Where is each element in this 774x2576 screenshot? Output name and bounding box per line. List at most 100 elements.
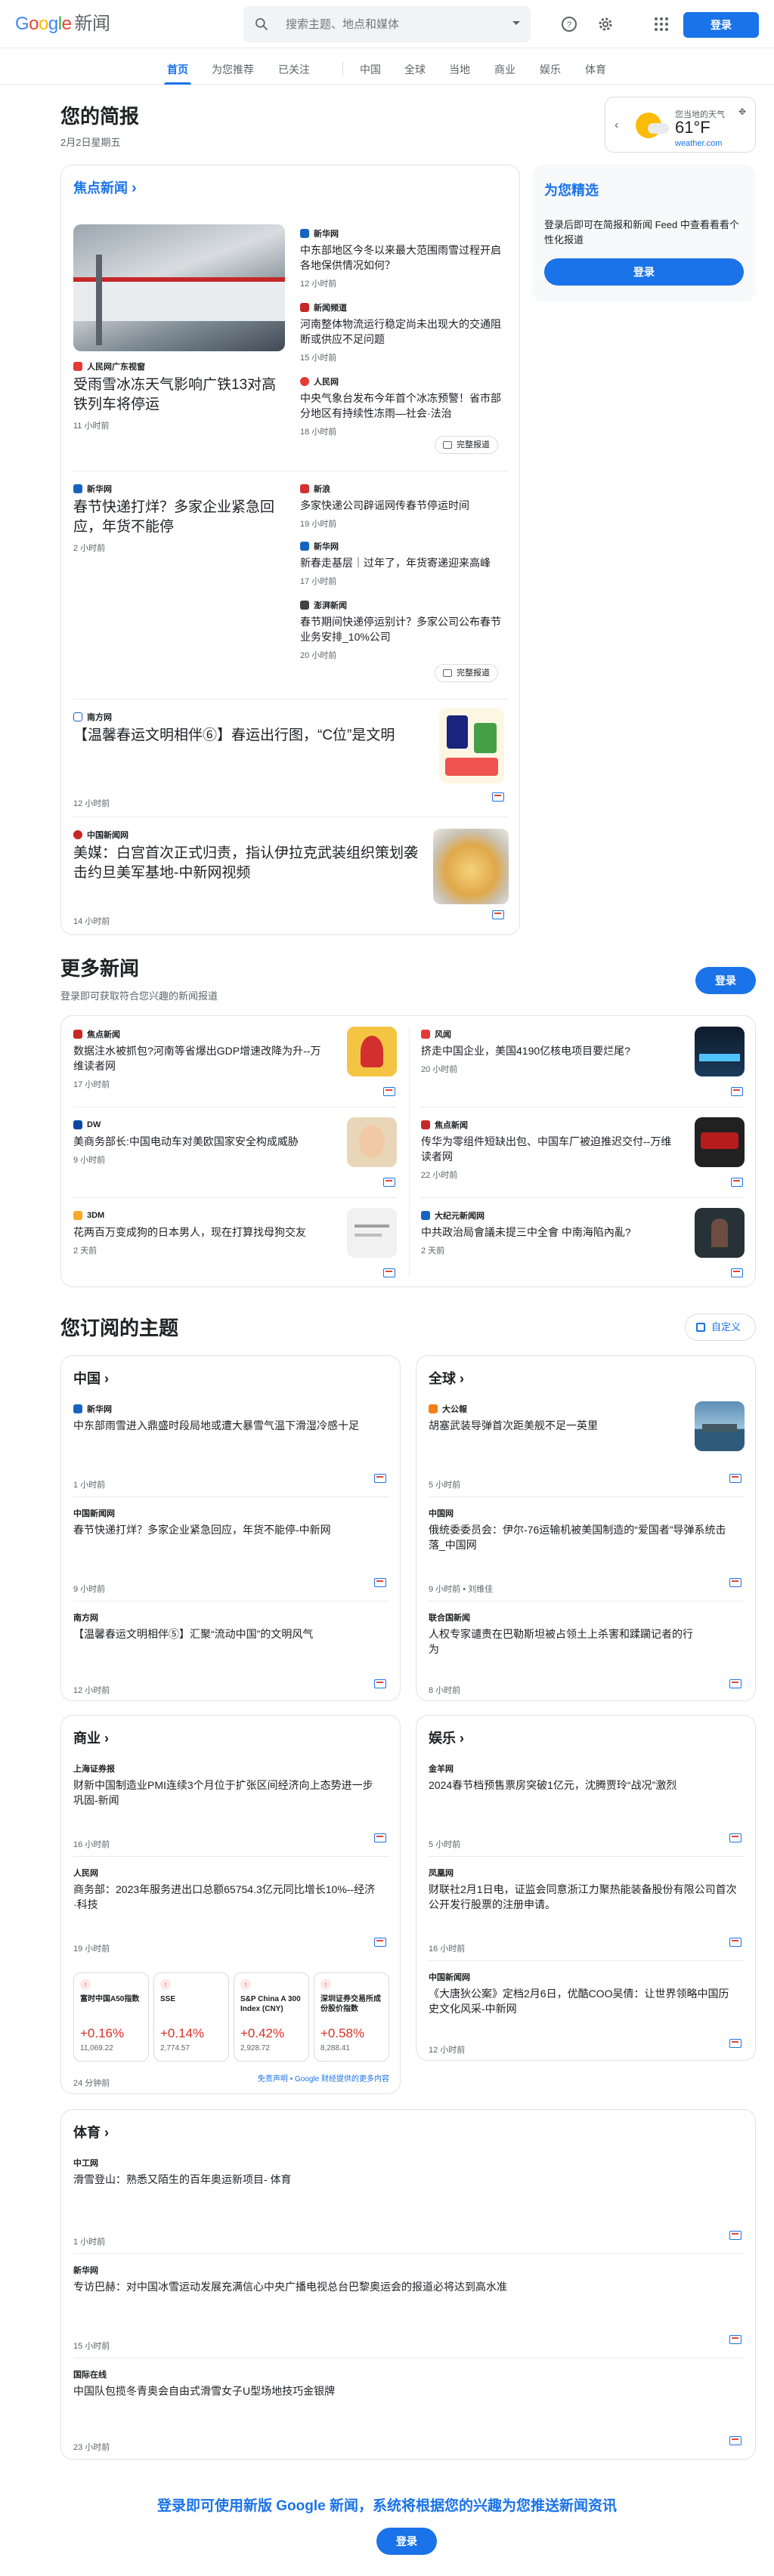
- full-coverage-icon[interactable]: [729, 1833, 741, 1842]
- stock-card[interactable]: ↑ S&P China A 300 Index (CNY) +0.42% 2,928.…: [234, 1972, 309, 2062]
- topic-link-business[interactable]: 商业 ›: [73, 1728, 109, 1747]
- more-news-item[interactable]: DW 美商务部长:中国电动车对美欧国家安全构成威胁 9 小时前: [73, 1119, 330, 1166]
- story-headline[interactable]: 【温馨春运文明相伴⑥】春运出行图，“C位”是文明: [73, 726, 429, 746]
- settings-gear-icon[interactable]: [596, 15, 615, 33]
- full-coverage-icon[interactable]: [383, 1268, 395, 1277]
- story-side[interactable]: 新华网 新春走基层｜过年了，年货寄递迎来高峰 17 小时前: [300, 540, 506, 587]
- story-headline[interactable]: 春节期间快递停运别计？多家公司公布春节业务安排_10%公司: [300, 614, 506, 644]
- topic-link-entertainment[interactable]: 娱乐 ›: [429, 1728, 464, 1747]
- story-side[interactable]: 人民网 中央气象台发布今年首个冰冻预警！省市部分地区有持续性冻雨—社会·法治 1…: [300, 375, 506, 437]
- tab-business[interactable]: 商业: [494, 62, 515, 85]
- story-headline[interactable]: 受雨雪冰冻天气影响广铁13对高铁列车将停运: [73, 375, 289, 415]
- full-coverage-icon[interactable]: [374, 1679, 386, 1688]
- story-headline[interactable]: 中东部地区今冬以来最大范围雨雪过程开启 各地保供情况如何？: [300, 242, 506, 273]
- stock-card[interactable]: ↑ 深圳证券交易所成份股价指数 +0.58% 8,288.41: [314, 1972, 389, 2062]
- story-headline[interactable]: 胡塞武装导弹首次距美舰不足一英里: [429, 1418, 678, 1433]
- tab-for-you[interactable]: 为您推荐: [212, 62, 254, 85]
- full-coverage-icon[interactable]: [374, 1578, 386, 1587]
- story-headline[interactable]: 中央气象台发布今年首个冰冻预警！省市部分地区有持续性冻雨—社会·法治: [300, 391, 506, 421]
- full-coverage-icon[interactable]: [374, 1474, 386, 1483]
- sign-in-button[interactable]: 登录: [683, 12, 759, 38]
- search-icon[interactable]: [254, 17, 269, 32]
- tab-world[interactable]: 全球: [404, 62, 426, 85]
- news-thumbnail-image[interactable]: [695, 1027, 745, 1076]
- for-you-title[interactable]: 为您精选: [544, 180, 599, 199]
- topic-story[interactable]: 人民网 商务部：2023年服务进出口总额65754.3亿元同比增长10%--经济·…: [73, 1867, 376, 1912]
- google-news-logo[interactable]: Google 新闻: [15, 14, 110, 35]
- full-coverage-button[interactable]: 完整报道: [435, 664, 498, 682]
- full-coverage-icon[interactable]: [729, 1938, 741, 1947]
- disclaimer-link[interactable]: 免责声明 • Google 财经提供的更多内容: [258, 2072, 389, 2083]
- topic-link-china[interactable]: 中国 ›: [73, 1368, 109, 1388]
- story-headline[interactable]: 滑雪登山：熟悉又陌生的百年奥运新项目- 体育: [73, 2172, 723, 2187]
- full-coverage-icon[interactable]: [729, 1578, 741, 1587]
- story-headline[interactable]: 人权专家谴责在巴勒斯坦被占领土上杀害和蹂躏记者的行为: [429, 1626, 701, 1657]
- tab-sports[interactable]: 体育: [585, 62, 606, 85]
- news-thumbnail-image[interactable]: [695, 1208, 745, 1258]
- search-box[interactable]: [243, 6, 531, 42]
- story-headline[interactable]: 河南整体物流运行稳定尚未出现大的交通阻断或供应不足问题: [300, 317, 506, 347]
- more-news-item[interactable]: 3DM 花两百万变成狗的日本男人，现在打算找母狗交友 2 天前: [73, 1209, 330, 1256]
- full-coverage-icon[interactable]: [492, 792, 504, 802]
- story-side[interactable]: 新浪 多家快递公司辟谣网传春节停运时间 19 小时前: [300, 483, 506, 530]
- story-side[interactable]: 新华网 中东部地区今冬以来最大范围雨雪过程开启 各地保供情况如何？ 12 小时前: [300, 227, 506, 289]
- story-headline[interactable]: 专访巴赫：对中国冰雪运动发展充满信心中央广播电视总台巴黎奥运会的报道必将达到高水…: [73, 2279, 723, 2294]
- story-headline[interactable]: 财联社2月1日电，证监会同意浙江力聚热能装备股份有限公司首次公开发行股票的注册申…: [429, 1882, 738, 1912]
- topic-story[interactable]: 新华网 专访巴赫：对中国冰雪运动发展充满信心中央广播电视总台巴黎奥运会的报道必将达…: [73, 2264, 723, 2294]
- search-dropdown-icon[interactable]: [512, 21, 520, 25]
- footer-sign-in-button[interactable]: 登录: [376, 2528, 437, 2555]
- weather-source-link[interactable]: weather.com: [675, 139, 722, 148]
- more-news-item[interactable]: 大纪元新闻网 中共政治局會議未提三中全會 中南海陷內亂? 2 天前: [421, 1209, 678, 1256]
- topic-story[interactable]: 中国新闻网 春节快递打烊？多家企业紧急回应，年货不能停-中新网: [73, 1507, 376, 1537]
- full-coverage-icon[interactable]: [383, 1087, 395, 1096]
- full-coverage-icon[interactable]: [731, 1268, 743, 1277]
- topic-story[interactable]: 中国新闻网 《大唐狄公案》定档2月6日，优酷COO吴倩：让世界领略中国历史文化风采…: [429, 1971, 731, 2016]
- story-headline[interactable]: 商务部：2023年服务进出口总额65754.3亿元同比增长10%--经济·科技: [73, 1882, 376, 1912]
- story-headline[interactable]: 中共政治局會議未提三中全會 中南海陷內亂?: [421, 1225, 678, 1240]
- news-thumbnail-image[interactable]: [347, 1117, 397, 1167]
- tab-entertainment[interactable]: 娱乐: [540, 62, 561, 85]
- story-headline[interactable]: 多家快递公司辟谣网传春节停运时间: [300, 498, 506, 513]
- full-coverage-icon[interactable]: [729, 1474, 741, 1483]
- for-you-sign-in-button[interactable]: 登录: [544, 258, 744, 286]
- news-thumbnail-image[interactable]: [347, 1208, 397, 1258]
- story-headline[interactable]: 新春走基层｜过年了，年货寄递迎来高峰: [300, 555, 506, 570]
- story-headline[interactable]: 春节快递打烊？多家企业紧急回应，年货不能停-中新网: [73, 1522, 376, 1537]
- story-headline[interactable]: 传华为零组件短缺出包、中国车厂被迫推迟交付--万维读者网: [421, 1134, 678, 1164]
- topic-story[interactable]: 国际在线 中国队包揽冬青奥会自由式滑雪女子U型场地技巧金银牌: [73, 2368, 723, 2398]
- story-main-2[interactable]: 新华网 春节快递打烊？多家企业紧急回应，年货不能停 2 小时前: [73, 483, 289, 554]
- more-news-item[interactable]: 焦点新闻 数据注水被抓包?河南等省爆出GDP增速改降为升--万维读者网 17 小时前: [73, 1028, 330, 1090]
- story-headline[interactable]: 中国队包揽冬青奥会自由式滑雪女子U型场地技巧金银牌: [73, 2383, 723, 2398]
- topic-story[interactable]: 联合国新闻 人权专家谴责在巴勒斯坦被占领土上杀害和蹂躏记者的行为: [429, 1611, 701, 1657]
- topic-story[interactable]: 凤凰网 财联社2月1日电，证监会同意浙江力聚热能装备股份有限公司首次公开发行股票的…: [429, 1867, 738, 1912]
- full-coverage-icon[interactable]: [731, 1087, 743, 1096]
- story-c3[interactable]: 南方网 【温馨春运文明相伴⑥】春运出行图，“C位”是文明: [73, 711, 429, 746]
- more-options-icon[interactable]: ✥: [738, 107, 746, 117]
- topic-story[interactable]: 中国网 俄统委委员会：伊尔-76运输机被美国制造的“爱国者”导弹系统击落_中国网: [429, 1507, 731, 1552]
- full-coverage-icon[interactable]: [383, 1178, 395, 1187]
- story-side[interactable]: 新闻频道 河南整体物流运行稳定尚未出现大的交通阻断或供应不足问题 15 小时前: [300, 301, 506, 363]
- tab-local[interactable]: 当地: [449, 62, 470, 85]
- search-input[interactable]: [286, 15, 497, 33]
- top-stories-link[interactable]: 焦点新闻 ›: [73, 178, 137, 197]
- full-coverage-icon[interactable]: [492, 910, 504, 919]
- apps-grid-icon[interactable]: [652, 15, 670, 33]
- weather-widget[interactable]: ‹ 您当地的天气 61°F weather.com ✥: [605, 97, 756, 153]
- story-headline[interactable]: 数据注水被抓包?河南等省爆出GDP增速改降为升--万维读者网: [73, 1043, 330, 1073]
- topic-story[interactable]: 大公報 胡塞武装导弹首次距美舰不足一英里: [429, 1403, 678, 1433]
- food-thumbnail-image[interactable]: [433, 829, 509, 904]
- story-headline[interactable]: 花两百万变成狗的日本男人，现在打算找母狗交友: [73, 1225, 330, 1240]
- story-headline[interactable]: 财新中国制造业PMI连续3个月位于扩张区间经济向上态势进一步巩固-新闻: [73, 1778, 376, 1808]
- full-coverage-icon[interactable]: [729, 1679, 741, 1688]
- topic-link-world[interactable]: 全球 ›: [429, 1368, 464, 1388]
- more-news-item[interactable]: 焦点新闻 传华为零组件短缺出包、中国车厂被迫推迟交付--万维读者网 22 小时前: [421, 1119, 678, 1181]
- full-coverage-icon[interactable]: [729, 2436, 741, 2445]
- story-headline[interactable]: 《大唐狄公案》定档2月6日，优酷COO吴倩：让世界领略中国历史文化风采-中新网: [429, 1986, 731, 2016]
- full-coverage-button[interactable]: 完整报道: [435, 436, 498, 454]
- tab-following[interactable]: 已关注: [278, 62, 310, 85]
- warship-thumbnail-image[interactable]: [695, 1401, 745, 1451]
- chevron-left-icon[interactable]: ‹: [615, 119, 618, 132]
- story-headline[interactable]: 中东部雨雪进入鼎盛时段局地或遭大暴雪气温下滑湿冷感十足: [73, 1418, 376, 1433]
- tab-home[interactable]: 首页: [164, 62, 191, 85]
- customize-button[interactable]: 自定义: [685, 1314, 756, 1341]
